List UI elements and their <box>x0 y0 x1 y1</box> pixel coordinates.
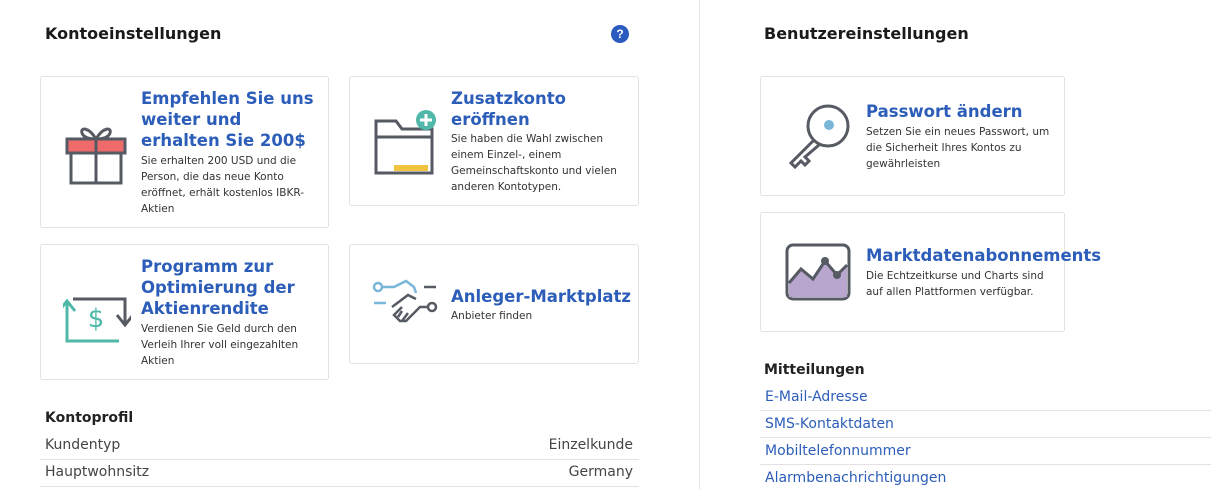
market-data-card-desc: Die Echtzeitkurse und Charts sind auf al… <box>866 270 1044 298</box>
user-settings-column: Benutzereinstellungen Passwort ändern Se… <box>700 0 1211 490</box>
mobile-number-link-label: Mobiltelefonnummer <box>765 443 911 459</box>
stock-yield-card[interactable]: $ Programm zur Optimierung der Aktienren… <box>40 244 329 380</box>
referral-card-title: Empfehlen Sie uns weiter und erhalten Si… <box>141 89 314 150</box>
chart-icon <box>785 243 851 306</box>
sms-contact-link-label: SMS-Kontaktdaten <box>765 416 894 432</box>
help-icon[interactable]: ? <box>611 25 629 43</box>
profile-row: Hauptwohnsitz Germany <box>40 460 639 487</box>
account-profile-title: Kontoprofil <box>45 410 134 426</box>
email-address-link[interactable]: E-Mail-Adresse <box>760 384 1211 411</box>
referral-card-desc: Sie erhalten 200 USD und die Person, die… <box>141 155 304 215</box>
svg-text:$: $ <box>88 304 105 334</box>
alert-notifications-link[interactable]: Alarmbenachrichtigungen <box>760 465 1211 490</box>
key-icon <box>783 101 853 176</box>
profile-row-key: Kundentyp <box>45 437 121 453</box>
additional-account-card[interactable]: Zusatzkonto eröffnen Sie haben die Wahl … <box>349 76 639 206</box>
sms-contact-link[interactable]: SMS-Kontaktdaten <box>760 411 1211 438</box>
stock-yield-card-desc: Verdienen Sie Geld durch den Verleih Ihr… <box>141 323 299 367</box>
profile-row-key: Hauptwohnsitz <box>45 464 150 480</box>
market-data-card[interactable]: Marktdatenabonnements Die Echtzeitkurse … <box>760 212 1102 332</box>
additional-account-card-desc: Sie haben die Wahl zwischen einem Einzel… <box>451 133 617 193</box>
account-settings-column: Kontoeinstellungen ? Empfehlen Sie uns w… <box>0 0 700 490</box>
profile-row-value: Germany <box>568 464 633 480</box>
change-password-card-title: Passwort ändern <box>866 102 1023 121</box>
change-password-card-desc: Setzen Sie ein neues Passwort, um die Si… <box>866 126 1050 170</box>
investor-marketplace-card-title: Anleger-Marktplatz <box>451 287 631 306</box>
change-password-card[interactable]: Passwort ändern Setzen Sie ein neues Pas… <box>760 76 1065 196</box>
mobile-number-link[interactable]: Mobiltelefonnummer <box>760 438 1211 465</box>
investor-marketplace-card-desc: Anbieter finden <box>451 310 533 322</box>
email-address-link-label: E-Mail-Adresse <box>765 389 868 405</box>
user-settings-title: Benutzereinstellungen <box>764 24 969 43</box>
folder-add-icon <box>372 105 440 182</box>
notifications-title: Mitteilungen <box>764 362 865 378</box>
gift-icon <box>63 119 129 192</box>
additional-account-card-title: Zusatzkonto eröffnen <box>451 89 566 129</box>
handshake-icon <box>372 277 440 336</box>
profile-row: Kundentyp Einzelkunde <box>40 433 639 460</box>
investor-marketplace-card[interactable]: Anleger-Marktplatz Anbieter finden <box>349 244 639 364</box>
profile-row-value: Einzelkunde <box>548 437 633 453</box>
referral-card[interactable]: Empfehlen Sie uns weiter und erhalten Si… <box>40 76 329 228</box>
alert-notifications-link-label: Alarmbenachrichtigungen <box>765 470 947 486</box>
dollar-exchange-icon: $ <box>57 291 135 352</box>
market-data-card-title: Marktdatenabonnements <box>866 246 1102 265</box>
stock-yield-card-title: Programm zur Optimierung der Aktienrendi… <box>141 257 295 318</box>
account-settings-title: Kontoeinstellungen <box>45 24 222 43</box>
